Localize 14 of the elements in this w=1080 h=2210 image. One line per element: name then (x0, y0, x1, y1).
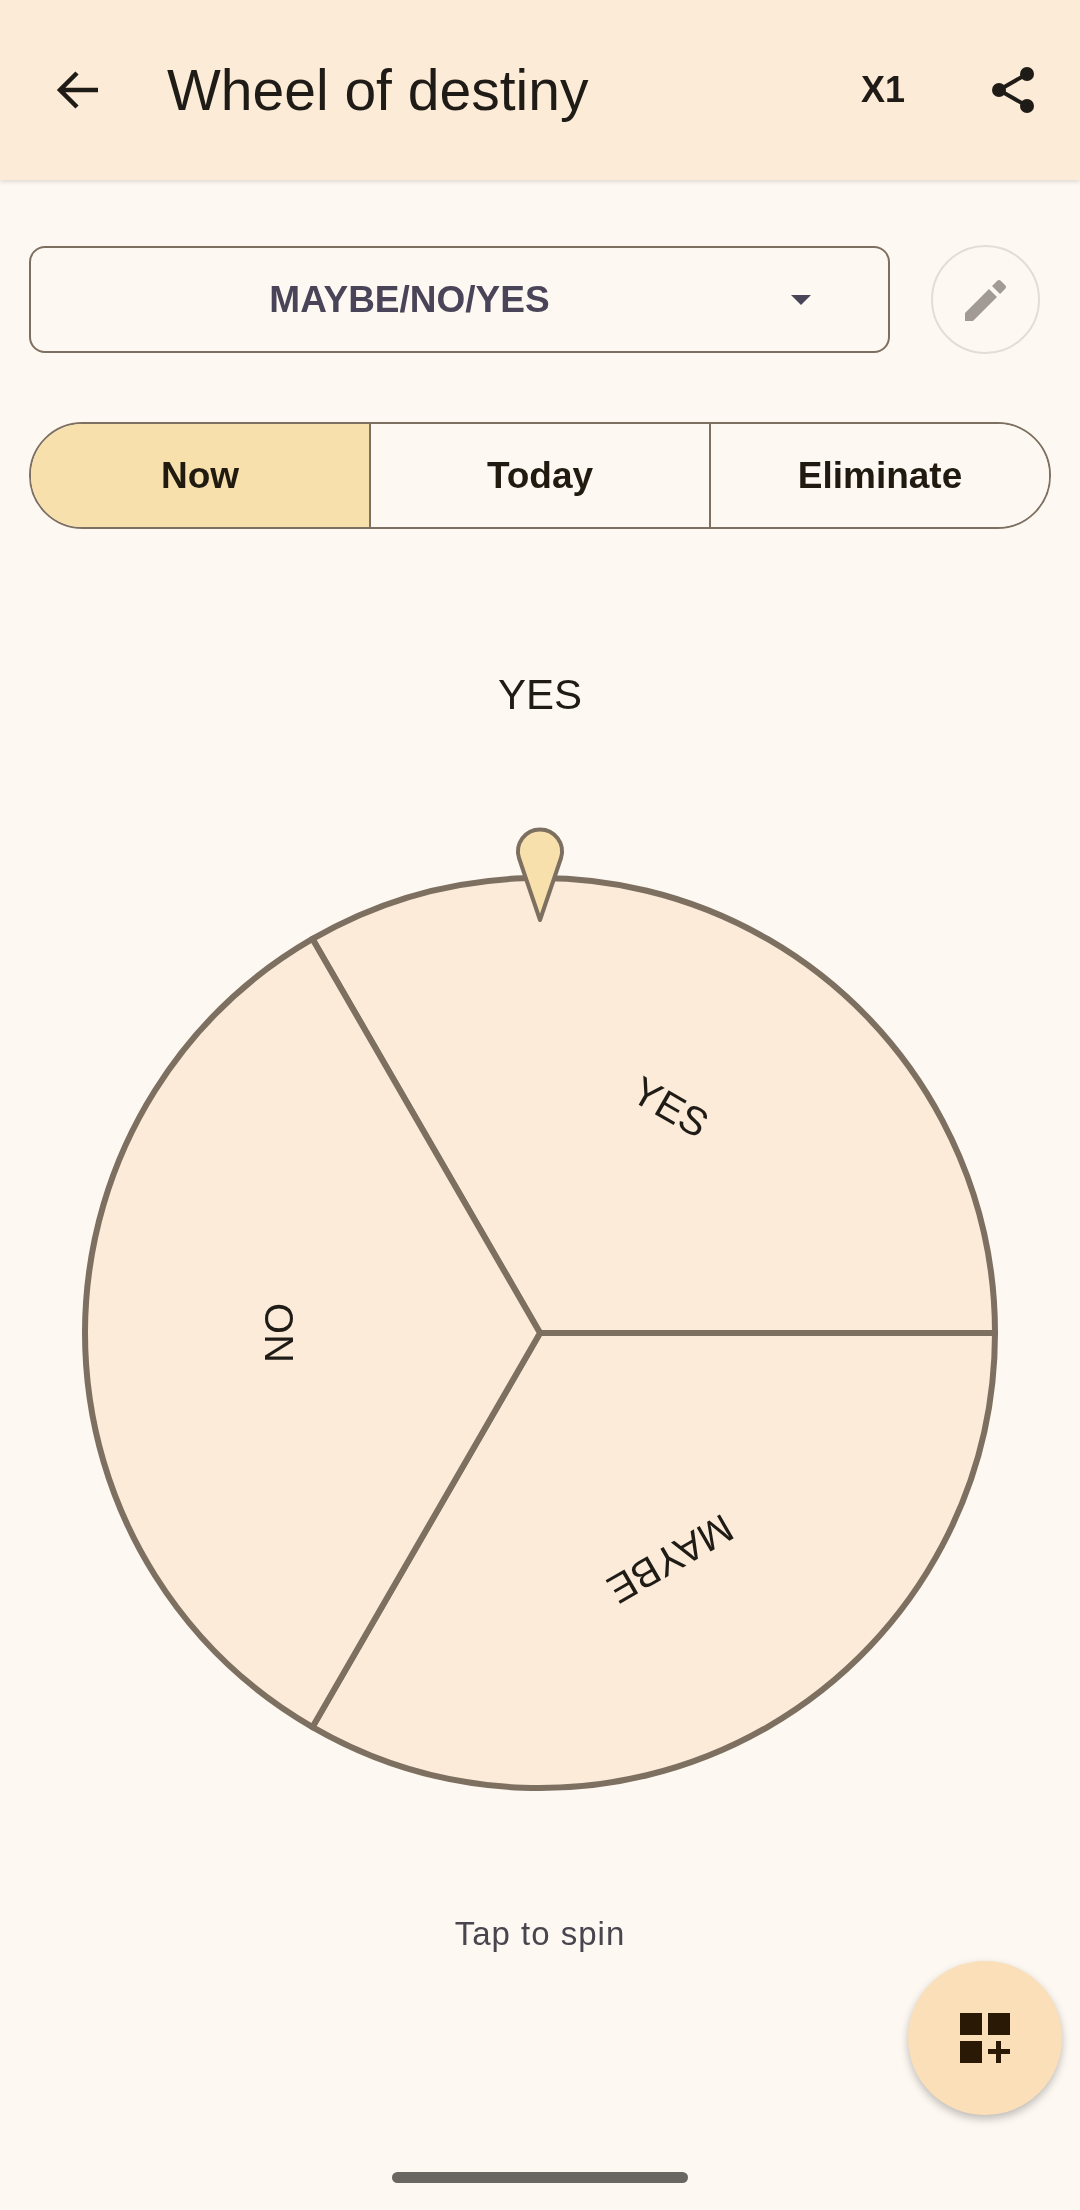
back-icon[interactable] (56, 70, 100, 110)
multiplier-button[interactable]: X1 (852, 68, 913, 112)
edit-button[interactable] (931, 245, 1040, 354)
mode-tab[interactable]: Now (31, 424, 369, 527)
caret-icon (791, 295, 811, 305)
screen-title: Wheel of destiny (167, 57, 589, 124)
grid-plus-icon (960, 2013, 1010, 2063)
list-dropdown[interactable]: MAYBE/NO/YES (29, 246, 890, 353)
share-icon[interactable] (991, 66, 1035, 114)
mode-tab[interactable]: Eliminate (709, 424, 1049, 527)
result-text: YES (497, 670, 582, 720)
segment-label: NO (257, 1303, 301, 1363)
hint-text: Tap to spin (454, 1914, 626, 1954)
segment-label: YES (624, 1067, 717, 1147)
